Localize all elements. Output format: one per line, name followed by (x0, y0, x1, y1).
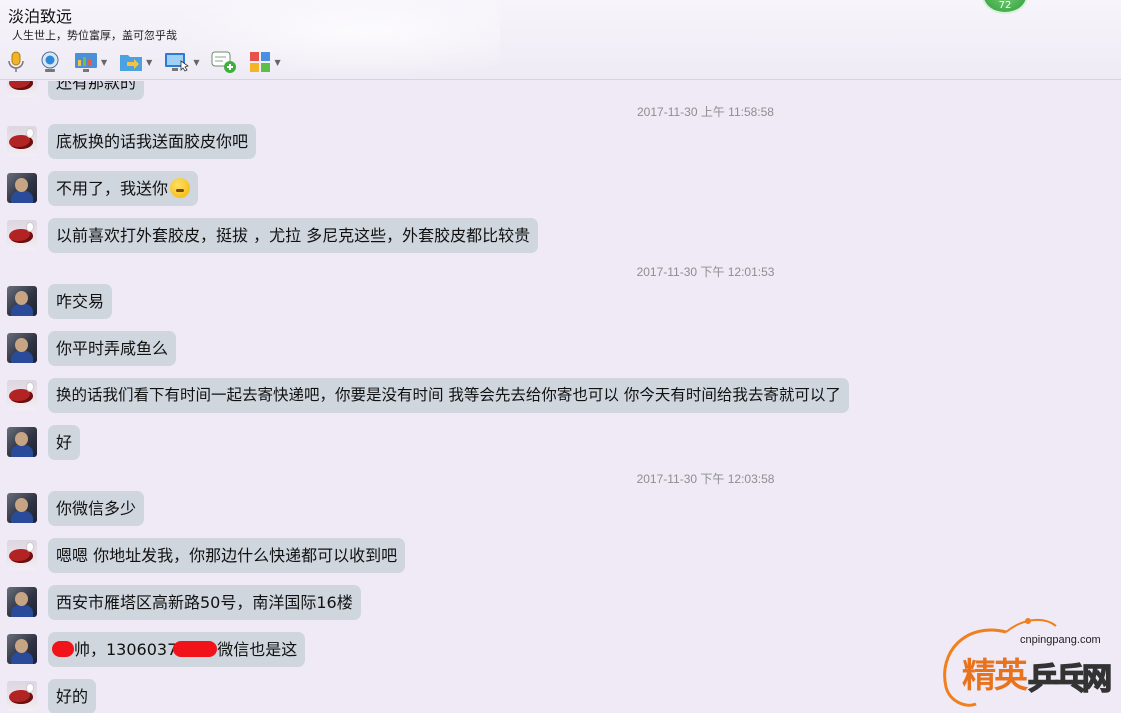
voice-icon (6, 50, 26, 74)
chat-toolbar: ▼ ▼ ▼ ▼ (6, 48, 293, 76)
chevron-down-icon[interactable]: ▼ (274, 58, 280, 67)
message-bubble[interactable]: 换的话我们看下有时间一起去寄快递吧，你要是没有时间 我等会先去给你寄也可以 你今… (48, 378, 849, 413)
watermark-brand: 乒乓网 (1027, 661, 1113, 698)
timestamp: 2017-11-30 上午 11:58:58 (637, 105, 774, 119)
message-bubble[interactable]: 好的 (48, 679, 97, 713)
voice-call-button[interactable] (6, 49, 26, 75)
contact-name[interactable]: 淡泊致远 (8, 3, 72, 27)
message-bubble[interactable]: 还有那款的 (48, 81, 145, 100)
avatar[interactable] (7, 333, 37, 363)
message-bubble[interactable]: 你平时弄咸鱼么 (48, 331, 177, 366)
level-badge: 72 (982, 0, 1028, 14)
chevron-down-icon[interactable]: ▼ (193, 58, 199, 67)
watermark-logo: cnpingpang.com 精英 乒乓网 (936, 612, 1116, 712)
avatar[interactable] (7, 126, 37, 156)
message-bubble[interactable]: 底板换的话我送面胶皮你吧 (48, 124, 257, 159)
redaction-mark (173, 641, 218, 657)
avatar[interactable] (7, 493, 37, 523)
new-discussion-icon (211, 50, 237, 74)
video-call-button[interactable] (38, 49, 62, 75)
avatar[interactable] (7, 81, 37, 97)
file-transfer-icon (119, 51, 143, 73)
avatar[interactable] (7, 286, 37, 316)
avatar[interactable] (7, 380, 37, 410)
message-text: 不用了，我送你 (56, 179, 169, 198)
chevron-down-icon[interactable]: ▼ (146, 58, 152, 67)
redaction-mark (52, 641, 74, 657)
message-text: 微信也是这 (217, 640, 298, 659)
chevron-down-icon[interactable]: ▼ (101, 58, 107, 67)
avatar[interactable] (7, 173, 37, 203)
remote-desktop-button[interactable]: ▼ (164, 49, 199, 75)
remote-desktop-icon (164, 51, 190, 73)
message-bubble[interactable]: 帅，1306037 微信也是这 (48, 632, 306, 667)
watermark-brand: 精英 (962, 656, 1028, 696)
timestamp: 2017-11-30 下午 12:01:53 (636, 265, 775, 279)
avatar[interactable] (7, 681, 37, 711)
message-bubble[interactable]: 好 (48, 425, 81, 460)
message-bubble[interactable]: 以前喜欢打外套胶皮，挺拔 ，尤拉 多尼克这些，外套胶皮都比较贵 (48, 218, 539, 253)
chat-header: 淡泊致远 人生世上，势位富厚，盖可忽乎哉 72 ▼ ▼ ▼ ▼ (0, 0, 1121, 80)
avatar[interactable] (7, 220, 37, 250)
avatar[interactable] (7, 540, 37, 570)
message-bubble[interactable]: 你微信多少 (48, 491, 145, 526)
new-discussion-button[interactable] (211, 49, 237, 75)
timestamp: 2017-11-30 下午 12:03:58 (636, 472, 775, 486)
screen-share-icon (74, 51, 98, 73)
avatar[interactable] (7, 634, 37, 664)
apps-button[interactable]: ▼ (249, 49, 281, 75)
apps-icon (249, 51, 271, 73)
avatar[interactable] (7, 427, 37, 457)
message-bubble[interactable]: 咋交易 (48, 284, 113, 319)
screen-share-button[interactable]: ▼ (74, 49, 107, 75)
file-transfer-button[interactable]: ▼ (119, 49, 152, 75)
watermark-url: cnpingpang.com (1020, 634, 1101, 646)
video-icon (38, 50, 62, 74)
avatar[interactable] (7, 587, 37, 617)
message-text: 帅，1306037 (74, 640, 178, 659)
message-bubble[interactable]: 不用了，我送你 (48, 171, 199, 206)
message-bubble[interactable]: 西安市雁塔区高新路50号，南洋国际16楼 (48, 585, 361, 620)
thinking-emoji-icon (170, 178, 191, 198)
message-bubble[interactable]: 嗯嗯 你地址发我，你那边什么快递都可以收到吧 (48, 538, 406, 573)
contact-signature: 人生世上，势位富厚，盖可忽乎哉 (12, 29, 177, 42)
